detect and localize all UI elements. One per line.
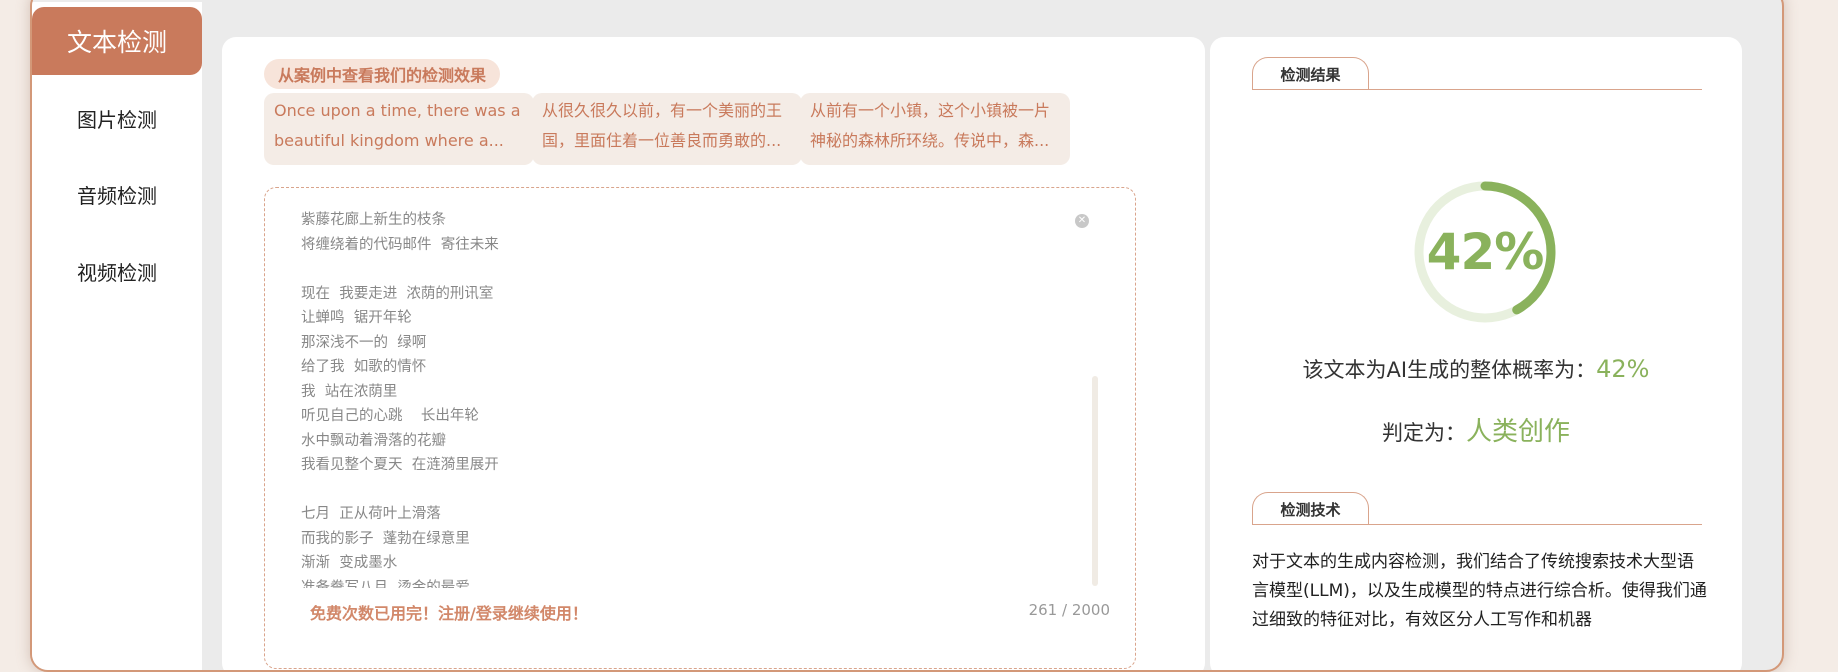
result-panel: 检测结果 42% 该文本为AI生成的整体概率为：42% 判定为：人类创作 检测技… [1210, 37, 1742, 670]
sidebar-item-video-detection[interactable]: 视频检测 [32, 237, 202, 305]
gauge-percent: 42% [1426, 223, 1545, 281]
sidebar-item-label: 文本检测 [66, 28, 167, 57]
example-card-chinese-2[interactable]: 从前有一个小镇，这个小镇被一片神秘的森林所环绕。传说中，森... [800, 93, 1070, 165]
main-panel: 从案例中查看我们的检测效果 Once upon a time, there wa… [222, 37, 1205, 670]
example-card-english[interactable]: Once upon a time, there was a beautiful … [264, 93, 534, 165]
text-input-area[interactable]: 紫藤花廊上新生的枝条 将缠绕着的代码邮件 寄往未来 现在 我要走进 浓荫的刑讯室… [264, 187, 1136, 669]
verdict-label: 判定为： [1381, 421, 1466, 445]
close-circle-icon[interactable]: ✕ [1075, 214, 1089, 228]
example-card-text: 从很久很久以前，有一个美丽的王国，里面住着一位善良而勇敢的... [542, 101, 783, 150]
example-card-chinese-1[interactable]: 从很久很久以前，有一个美丽的王国，里面住着一位善良而勇敢的... [532, 93, 802, 165]
character-counter: 261 / 2000 [1028, 601, 1110, 619]
verdict-line: 判定为：人类创作 [1210, 411, 1742, 448]
text-input-content[interactable]: 紫藤花廊上新生的枝条 将缠绕着的代码邮件 寄往未来 现在 我要走进 浓荫的刑讯室… [301, 208, 1061, 588]
sidebar-item-label: 图片检测 [77, 107, 157, 132]
probability-line: 该文本为AI生成的整体概率为：42% [1210, 354, 1742, 384]
result-section-tab: 检测结果 [1252, 57, 1369, 90]
example-card-text: 从前有一个小镇，这个小镇被一片神秘的森林所环绕。传说中，森... [810, 101, 1051, 150]
divider [1252, 524, 1702, 525]
scrollbar[interactable] [1092, 376, 1098, 586]
sidebar-item-label: 音频检测 [77, 183, 157, 208]
probability-value: 42% [1596, 355, 1650, 383]
verdict-value: 人类创作 [1465, 417, 1570, 447]
examples-title: 从案例中查看我们的检测效果 [264, 59, 501, 89]
sidebar-item-label: 视频检测 [77, 260, 157, 285]
technology-description: 对于文本的生成内容检测，我们结合了传统搜索技术大型语言模型(LLM)，以及生成模… [1252, 552, 1707, 630]
app-frame: 文本检测 图片检测 音频检测 视频检测 从案例中查看我们的检测效果 Once u… [30, 0, 1784, 672]
sidebar-item-text-detection[interactable]: 文本检测 [32, 7, 202, 75]
technology-section-tab: 检测技术 [1252, 492, 1369, 525]
usage-warning[interactable]: 免费次数已用完！注册/登录继续使用！ [310, 600, 588, 624]
sidebar-item-image-detection[interactable]: 图片检测 [32, 84, 202, 152]
sidebar-item-audio-detection[interactable]: 音频检测 [32, 160, 202, 228]
divider [1252, 89, 1702, 90]
probability-label: 该文本为AI生成的整体概率为： [1302, 358, 1597, 382]
example-card-text: Once upon a time, there was a beautiful … [274, 101, 521, 150]
sidebar: 文本检测 图片检测 音频检测 视频检测 [32, 2, 202, 670]
